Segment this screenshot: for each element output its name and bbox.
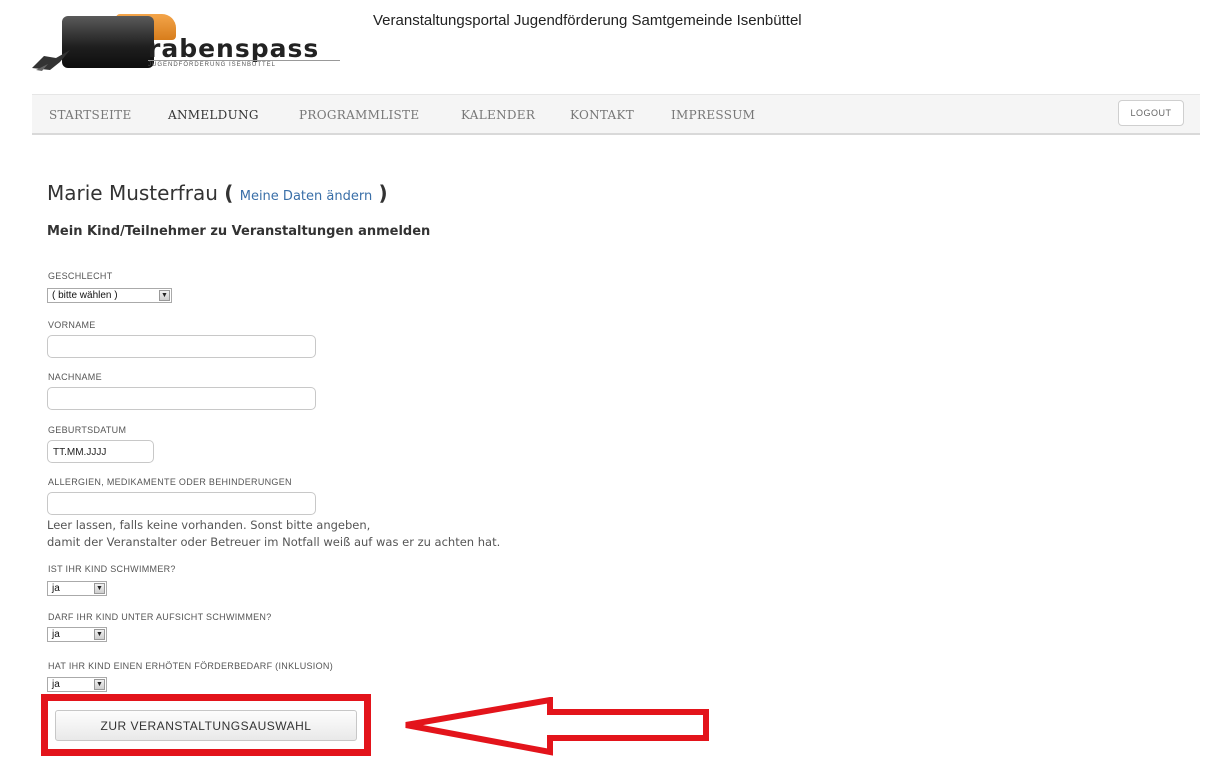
inclusion-label: HAT IHR KIND EINEN ERHÖTEN FÖRDERBEDARF …: [48, 661, 333, 671]
nav-item-startseite[interactable]: STARTSEITE: [49, 108, 132, 122]
paren-close: ): [378, 181, 388, 205]
gender-select-value: ( bitte wählen ): [52, 290, 118, 301]
gender-select[interactable]: ( bitte wählen ) ▼: [47, 288, 172, 303]
allergies-input[interactable]: [47, 492, 316, 515]
nav-item-kalender[interactable]: KALENDER: [461, 108, 535, 122]
annotation-highlight-box: [41, 694, 371, 756]
logo-divider: [148, 60, 340, 61]
dropdown-arrow-icon: ▼: [159, 290, 170, 301]
nav-item-impressum[interactable]: IMPRESSUM: [671, 108, 755, 122]
site-title: Veranstaltungsportal Jugendförderung Sam…: [373, 12, 802, 29]
supervised-swim-label: DARF IHR KIND UNTER AUFSICHT SCHWIMMEN?: [48, 612, 272, 622]
inclusion-select-value: ja: [52, 679, 60, 690]
page-title: Marie Musterfrau ( Meine Daten ändern ): [47, 181, 388, 205]
dropdown-arrow-icon: ▼: [94, 629, 105, 640]
inclusion-select[interactable]: ja ▼: [47, 677, 107, 692]
supervised-swim-select[interactable]: ja ▼: [47, 627, 107, 642]
raven-icon: [32, 50, 70, 71]
nav-item-kontakt[interactable]: KONTAKT: [570, 108, 634, 122]
nav-item-anmeldung[interactable]: ANMELDUNG: [168, 108, 259, 122]
annotation-arrow-icon: [405, 697, 709, 756]
logo-text: rabenspass: [148, 34, 320, 63]
birthdate-input[interactable]: TT.MM.JJJJ: [47, 440, 154, 463]
main-nav: STARTSEITE ANMELDUNG PROGRAMMLISTE KALEN…: [32, 94, 1200, 135]
allergies-hint-line-2: damit der Veranstalter oder Betreuer im …: [47, 535, 501, 549]
dropdown-arrow-icon: ▼: [94, 679, 105, 690]
logout-button[interactable]: LOGOUT: [1118, 100, 1184, 126]
allergies-hint-line-1: Leer lassen, falls keine vorhanden. Sons…: [47, 518, 371, 532]
supervised-swim-select-value: ja: [52, 629, 60, 640]
swimmer-select-value: ja: [52, 583, 60, 594]
edit-profile-link[interactable]: Meine Daten ändern: [240, 189, 372, 204]
firstname-label: VORNAME: [48, 320, 96, 330]
form-subheading: Mein Kind/Teilnehmer zu Veranstaltungen …: [47, 224, 431, 239]
logo-subtext: JUGENDFÖRDERUNG ISENBÜTTEL: [148, 62, 277, 68]
gender-label: GESCHLECHT: [48, 271, 113, 281]
allergies-label: ALLERGIEN, MEDIKAMENTE ODER BEHINDERUNGE…: [48, 477, 292, 487]
lastname-label: NACHNAME: [48, 372, 102, 382]
birthdate-label: GEBURTSDATUM: [48, 425, 127, 435]
swimmer-select[interactable]: ja ▼: [47, 581, 107, 596]
allergies-hint: Leer lassen, falls keine vorhanden. Sons…: [47, 517, 500, 551]
logo-camera-shape: [62, 16, 154, 68]
nav-item-programmliste[interactable]: PROGRAMMLISTE: [299, 108, 419, 122]
dropdown-arrow-icon: ▼: [94, 583, 105, 594]
user-name: Marie Musterfrau: [47, 181, 218, 205]
paren-open: (: [224, 181, 234, 205]
site-logo[interactable]: rabenspass JUGENDFÖRDERUNG ISENBÜTTEL: [30, 8, 350, 76]
lastname-input[interactable]: [47, 387, 316, 410]
firstname-input[interactable]: [47, 335, 316, 358]
swimmer-label: IST IHR KIND SCHWIMMER?: [48, 564, 176, 574]
